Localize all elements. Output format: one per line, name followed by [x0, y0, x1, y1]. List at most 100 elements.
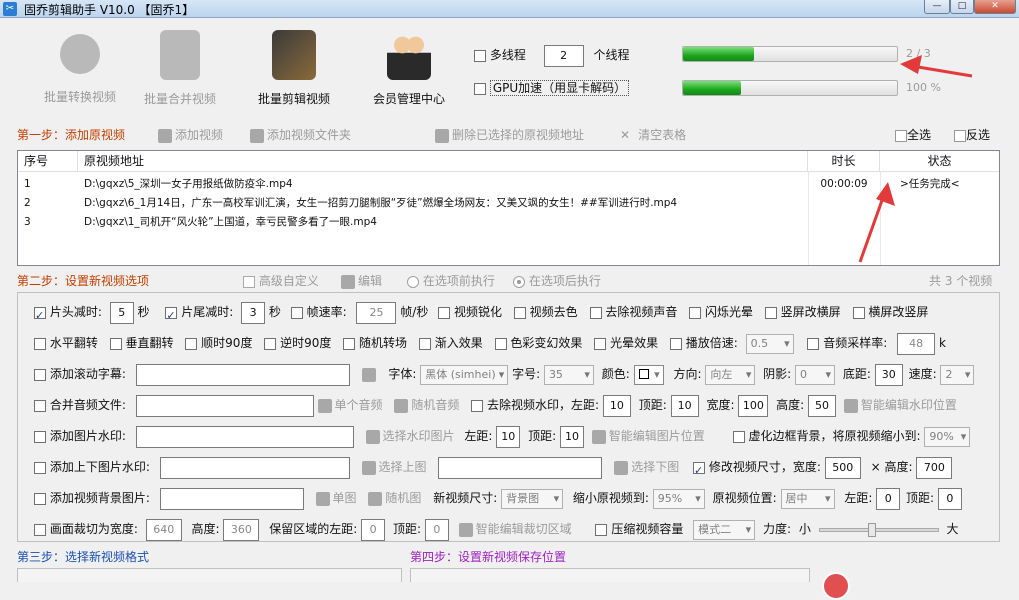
thread-count-input[interactable]: 2	[543, 44, 584, 67]
sel-bottom-button[interactable]: 选择下图	[614, 460, 679, 475]
head-cut-checkbox[interactable]	[34, 305, 46, 327]
wm-left-input[interactable]: 10	[602, 394, 631, 417]
run-after-radio[interactable]: 在选项后执行	[513, 272, 601, 289]
fps-checkbox[interactable]	[290, 306, 303, 319]
scroll-speed-select[interactable]: 2	[940, 364, 975, 385]
force-slider[interactable]	[818, 522, 939, 537]
scroll-sub-input[interactable]	[135, 363, 350, 386]
gpu-checkbox[interactable]	[474, 82, 486, 95]
bg-img-checkbox[interactable]	[34, 492, 46, 505]
delete-selected-button[interactable]: 删除已选择的原视频地址	[435, 126, 584, 143]
crop-height-input[interactable]: 360	[223, 518, 260, 541]
top-img-input[interactable]	[159, 456, 350, 479]
wm-height-input[interactable]: 50	[808, 394, 837, 417]
smart-wm-button[interactable]: 智能编辑水印位置	[843, 398, 957, 413]
single-audio-button[interactable]: 单个音频	[317, 398, 383, 413]
tb-img-checkbox[interactable]	[34, 461, 46, 474]
img-left-input[interactable]: 10	[496, 425, 521, 448]
fade-in-checkbox[interactable]	[418, 337, 431, 350]
close-button[interactable]: ✕	[974, 0, 1016, 14]
position-select[interactable]: 居中	[780, 488, 835, 509]
flash-checkbox[interactable]	[689, 306, 702, 319]
blur-scale-select[interactable]: 90%	[924, 426, 971, 447]
blur-bg-checkbox[interactable]	[732, 430, 745, 443]
col-path[interactable]: 原视频地址	[78, 151, 808, 172]
clear-table-button[interactable]: ✕ 清空表格	[620, 126, 686, 143]
speed-checkbox[interactable]	[669, 337, 682, 350]
single-img-button[interactable]: 单图	[315, 491, 357, 506]
halo-fx-checkbox[interactable]	[594, 337, 607, 350]
sel-top-button[interactable]: 选择上图	[361, 460, 427, 475]
compress-mode-select[interactable]: 模式二	[693, 519, 756, 540]
crop-checkbox[interactable]	[34, 523, 46, 536]
color-picker[interactable]	[633, 364, 664, 385]
bg-img-input[interactable]	[159, 487, 304, 510]
slider-thumb[interactable]	[867, 522, 876, 537]
batch-edit-button[interactable]: 批量剪辑视频	[239, 30, 349, 107]
merge-audio-checkbox[interactable]	[34, 399, 46, 412]
tail-cut-checkbox[interactable]	[165, 305, 178, 327]
rm-wm-checkbox[interactable]	[471, 399, 484, 412]
sel-wm-img-button[interactable]: 选择水印图片	[365, 429, 455, 444]
img-wm-input[interactable]	[135, 425, 354, 448]
img-wm-checkbox[interactable]	[34, 430, 46, 443]
bottom-img-input[interactable]	[438, 456, 603, 479]
batch-merge-button[interactable]: 批量合并视频	[125, 30, 235, 107]
smart-crop-button[interactable]: 智能编辑裁切区域	[458, 522, 572, 537]
batch-convert-button[interactable]: 批量转换视频	[25, 30, 135, 105]
mute-checkbox[interactable]	[589, 306, 602, 319]
add-folder-button[interactable]: 添加视频文件夹	[250, 126, 351, 143]
font-select[interactable]: 黑体 (simhei)	[420, 364, 509, 385]
rand-audio-button[interactable]: 随机音频	[394, 398, 459, 413]
shrink-select[interactable]: 95%	[652, 488, 705, 509]
speed-select[interactable]: 0.5	[745, 333, 794, 354]
member-center-button[interactable]: 会员管理中心	[354, 30, 464, 107]
img-top-input[interactable]: 10	[559, 425, 584, 448]
add-video-button[interactable]: 添加视频	[158, 126, 223, 143]
resize-height-input[interactable]: 700	[916, 456, 953, 479]
h2v-checkbox[interactable]	[852, 306, 865, 319]
tail-cut-input[interactable]: 3	[241, 301, 266, 324]
resize-width-input[interactable]: 500	[824, 456, 861, 479]
scroll-sub-checkbox[interactable]	[34, 368, 46, 381]
sharpen-checkbox[interactable]	[438, 306, 451, 319]
smart-img-button[interactable]: 智能编辑图片位置	[591, 429, 705, 444]
rand-img-button[interactable]: 随机图	[368, 491, 421, 506]
audio-rate-checkbox[interactable]	[807, 337, 820, 350]
wm-top-input[interactable]: 10	[670, 394, 699, 417]
multithread-checkbox[interactable]	[474, 49, 486, 62]
head-cut-input[interactable]: 5	[109, 301, 134, 324]
run-before-radio[interactable]: 在选项前执行	[407, 272, 495, 289]
ccw90-checkbox[interactable]	[264, 337, 277, 350]
cw90-checkbox[interactable]	[185, 337, 198, 350]
subtitle-edit-icon[interactable]	[361, 367, 376, 382]
direction-select[interactable]: 向左	[705, 364, 756, 385]
v2h-checkbox[interactable]	[764, 306, 777, 319]
wm-width-input[interactable]: 100	[738, 394, 769, 417]
fps-input[interactable]: 25	[356, 301, 397, 324]
merge-audio-input[interactable]	[135, 394, 314, 417]
start-button[interactable]	[822, 572, 850, 600]
bg-left-input[interactable]: 0	[876, 487, 901, 510]
shadow-select[interactable]: 0	[795, 364, 836, 385]
keep-left-input[interactable]: 0	[361, 518, 386, 541]
bottom-input[interactable]: 30	[874, 363, 903, 386]
edit-button[interactable]: 编辑	[341, 272, 382, 289]
color-fx-checkbox[interactable]	[494, 337, 507, 350]
rand-trans-checkbox[interactable]	[343, 337, 356, 350]
vflip-checkbox[interactable]	[109, 337, 122, 350]
font-size-select[interactable]: 35	[543, 364, 594, 385]
audio-rate-input[interactable]: 48	[897, 332, 936, 355]
hflip-checkbox[interactable]	[34, 337, 46, 350]
crop-width-input[interactable]: 640	[145, 518, 182, 541]
compress-checkbox[interactable]	[595, 523, 608, 536]
maximize-button[interactable]: □	[950, 0, 974, 14]
new-size-select[interactable]: 背景图	[501, 488, 564, 509]
keep-top-input[interactable]: 0	[424, 518, 449, 541]
bg-top-input[interactable]: 0	[937, 487, 962, 510]
advanced-custom-option[interactable]: 高级自定义	[243, 272, 319, 289]
decolor-checkbox[interactable]	[513, 306, 526, 319]
minimize-button[interactable]: —	[924, 0, 950, 14]
col-index[interactable]: 序号	[18, 151, 78, 172]
resize-checkbox[interactable]	[693, 460, 706, 482]
